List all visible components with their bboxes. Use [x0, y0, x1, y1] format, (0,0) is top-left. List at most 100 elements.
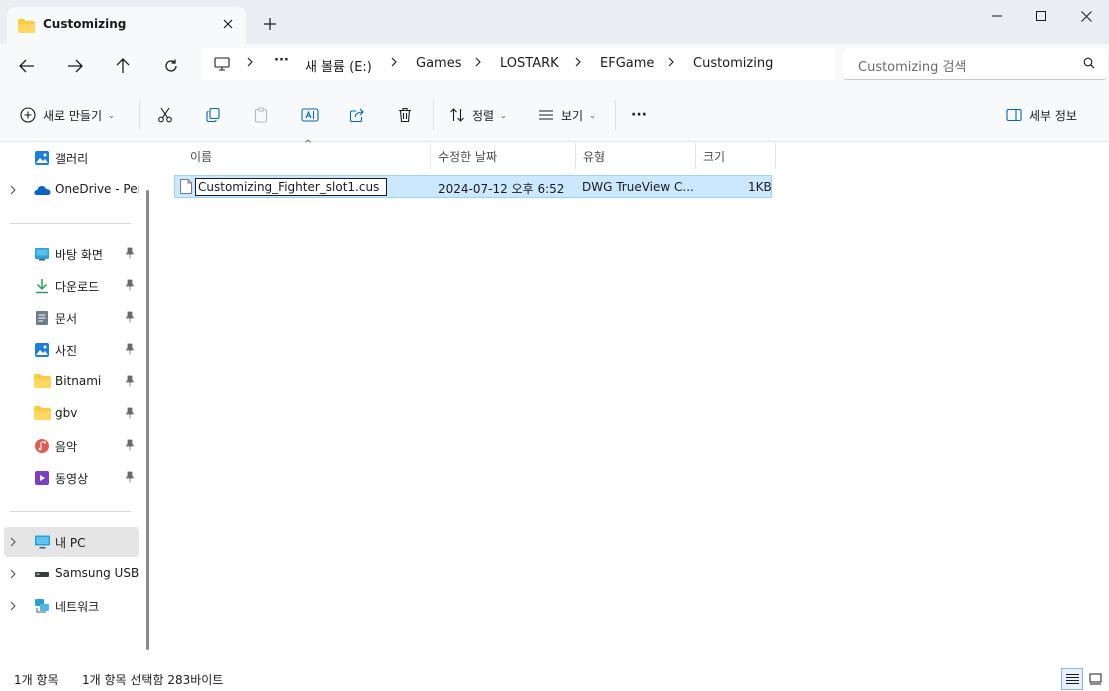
chevron-right-icon[interactable]: [575, 56, 582, 71]
tiles-view-button[interactable]: [1084, 668, 1106, 690]
this-pc-icon[interactable]: [214, 57, 230, 74]
sidebar-item-bitnami[interactable]: Bitnami: [4, 367, 139, 397]
sidebar-item-label: 내 PC: [55, 536, 86, 550]
sidebar-item-videos[interactable]: 동영상: [4, 463, 139, 493]
pin-icon[interactable]: [125, 439, 135, 454]
sidebar-scrollbar[interactable]: [146, 190, 149, 650]
chevron-right-icon[interactable]: [475, 56, 482, 71]
close-window-button[interactable]: [1063, 3, 1109, 29]
breadcrumb-overflow[interactable]: ···: [274, 53, 289, 68]
pin-icon[interactable]: [125, 471, 135, 486]
new-tab-button[interactable]: [259, 13, 281, 35]
sidebar-item-documents[interactable]: 문서: [4, 303, 139, 333]
column-header-name[interactable]: 이름: [183, 143, 431, 169]
onedrive-icon: [34, 182, 51, 198]
file-type: DWG TrueView C...: [582, 180, 694, 194]
table-row[interactable]: Customizing_Fighter_slot1.cus 2024-07-12…: [174, 175, 772, 198]
chevron-right-icon[interactable]: [10, 600, 16, 614]
search-box[interactable]: Customizing 검색: [843, 48, 1107, 80]
pc-icon: [34, 534, 50, 550]
desktop-icon: [34, 246, 50, 262]
up-button[interactable]: [107, 51, 139, 81]
sidebar-item-gbv[interactable]: gbv: [4, 399, 139, 429]
chevron-right-icon[interactable]: [391, 56, 398, 71]
file-size: 1KB: [748, 180, 772, 194]
usb-drive-icon: [34, 566, 50, 582]
chevron-right-icon[interactable]: [10, 536, 16, 550]
tab-customizing[interactable]: Customizing: [7, 7, 246, 44]
gallery-icon: [34, 150, 50, 166]
details-pane-button[interactable]: 세부 정보: [1006, 100, 1077, 130]
details-view-button[interactable]: [1061, 668, 1083, 690]
chevron-right-icon[interactable]: [668, 56, 675, 71]
sidebar-item-desktop[interactable]: 바탕 화면: [4, 239, 139, 269]
more-options-button[interactable]: ···: [631, 100, 647, 130]
copy-button[interactable]: [205, 100, 221, 130]
breadcrumb-volume[interactable]: 새 볼륨 (E:): [305, 56, 372, 75]
cut-button[interactable]: [157, 100, 173, 130]
new-button[interactable]: 새로 만들기 ⌄: [20, 100, 115, 130]
new-button-label: 새로 만들기: [43, 108, 103, 123]
chevron-right-icon[interactable]: [10, 184, 16, 198]
column-header-date-modified[interactable]: 수정한 날짜: [431, 143, 576, 169]
file-modified: 2024-07-12 오후 6:52: [438, 182, 565, 196]
minimize-button[interactable]: [974, 3, 1020, 29]
address-bar[interactable]: ··· 새 볼륨 (E:) Games LOSTARK EFGame Custo…: [201, 48, 835, 80]
copy-icon: [206, 107, 220, 123]
pin-icon[interactable]: [125, 375, 135, 390]
network-icon: [34, 598, 50, 614]
view-label: 보기: [561, 108, 584, 123]
sidebar-item-gallery[interactable]: 갤러리: [4, 143, 139, 173]
sort-button[interactable]: 정렬 ⌄: [449, 100, 507, 130]
pin-icon[interactable]: [125, 407, 135, 422]
delete-button[interactable]: [397, 100, 413, 130]
close-tab-icon[interactable]: [219, 15, 237, 33]
sidebar-item-network[interactable]: 네트워크: [4, 591, 139, 621]
chevron-right-icon[interactable]: [247, 56, 254, 71]
refresh-button[interactable]: [155, 51, 187, 81]
details-view-icon: [1065, 674, 1079, 684]
details-pane-icon: [1006, 108, 1022, 122]
sidebar-item-onedrive[interactable]: OneDrive - Pers: [4, 175, 139, 205]
pin-icon[interactable]: [125, 343, 135, 358]
share-button[interactable]: [349, 100, 365, 130]
breadcrumb-lostark[interactable]: LOSTARK: [500, 56, 559, 71]
breadcrumb-customizing[interactable]: Customizing: [693, 56, 773, 71]
rename-icon: [301, 108, 319, 122]
sidebar-item-usb-drive[interactable]: Samsung USB (: [4, 559, 139, 589]
column-header-size[interactable]: 크기: [696, 143, 776, 169]
sort-icon: [450, 108, 464, 122]
download-icon: [34, 278, 50, 294]
selection-info: 1개 항목 선택함 283바이트: [82, 673, 224, 687]
pin-icon[interactable]: [125, 311, 135, 326]
search-icon: [1083, 57, 1095, 72]
more-icon: ···: [631, 107, 647, 123]
sidebar-item-pictures[interactable]: 사진: [4, 335, 139, 365]
breadcrumb-efgame[interactable]: EFGame: [600, 56, 654, 71]
forward-button[interactable]: [59, 51, 91, 81]
pin-icon[interactable]: [125, 279, 135, 294]
folder-icon: [18, 19, 35, 36]
sidebar-item-downloads[interactable]: 다운로드: [4, 271, 139, 301]
trash-icon: [399, 107, 411, 123]
pictures-icon: [34, 342, 50, 358]
maximize-button[interactable]: [1018, 3, 1064, 29]
rename-button[interactable]: [301, 100, 319, 130]
file-icon: [180, 179, 192, 197]
column-header-type[interactable]: 유형: [576, 143, 696, 169]
view-button[interactable]: 보기 ⌄: [538, 100, 596, 130]
back-button[interactable]: [11, 51, 43, 81]
breadcrumb-games[interactable]: Games: [416, 56, 461, 71]
search-input[interactable]: Customizing 검색: [858, 56, 966, 75]
chevron-down-icon: ⌄: [589, 110, 596, 120]
command-bar: 새로 만들기 ⌄ 정렬 ⌄ 보기 ⌄ ··· 세부 정보: [0, 88, 1109, 142]
video-icon: [34, 470, 50, 486]
rename-input[interactable]: Customizing_Fighter_slot1.cus: [195, 178, 387, 196]
sidebar-item-this-pc[interactable]: 내 PC: [4, 527, 139, 557]
pin-icon[interactable]: [125, 247, 135, 262]
chevron-right-icon[interactable]: [10, 568, 16, 582]
paste-button[interactable]: [253, 100, 269, 130]
tab-title: Customizing: [43, 17, 127, 31]
divider: [615, 100, 616, 130]
sidebar-item-music[interactable]: 음악: [4, 431, 139, 461]
